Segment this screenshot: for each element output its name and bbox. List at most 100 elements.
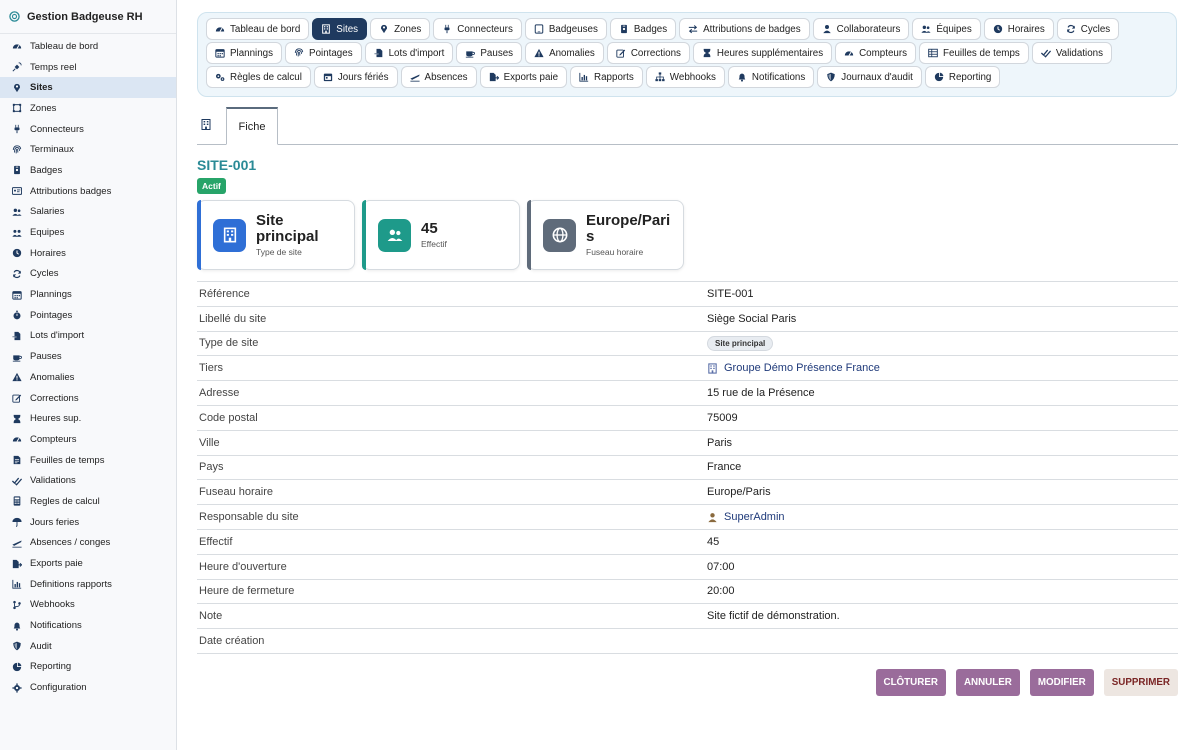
nav-tab-exports-paie[interactable]: Exports paie xyxy=(479,66,568,88)
detail-link[interactable]: Groupe Démo Présence France xyxy=(724,362,880,374)
building-icon xyxy=(321,24,331,34)
nav-tab-absences[interactable]: Absences xyxy=(400,66,477,88)
sidebar-item-zones[interactable]: Zones xyxy=(0,98,176,119)
nav-tab-badgeuses[interactable]: Badgeuses xyxy=(524,18,607,40)
card-accent-bar xyxy=(362,200,366,270)
nav-tab-reporting[interactable]: Reporting xyxy=(924,66,1001,88)
building-icon[interactable] xyxy=(201,119,211,133)
sidebar-item-attributions-badges[interactable]: Attributions badges xyxy=(0,181,176,202)
annuler-button[interactable]: ANNULER xyxy=(955,669,1020,696)
app-brand[interactable]: Gestion Badgeuse RH xyxy=(0,0,176,34)
sidebar-item-pauses[interactable]: Pauses xyxy=(0,346,176,367)
detail-row: Note Site fictif de démonstration. xyxy=(197,604,1178,630)
nav-tab-plannings[interactable]: Plannings xyxy=(206,42,283,64)
sidebar-item-connecteurs[interactable]: Connecteurs xyxy=(0,119,176,140)
nav-tab-notifications[interactable]: Notifications xyxy=(727,66,815,88)
nav-tab-connecteurs[interactable]: Connecteurs xyxy=(433,18,522,40)
nav-tab-label: Badges xyxy=(633,23,668,35)
nav-tab-webhooks[interactable]: Webhooks xyxy=(645,66,725,88)
detail-row: Adresse 15 rue de la Présence xyxy=(197,381,1178,406)
sidebar-item-regles-de-calcul[interactable]: Regles de calcul xyxy=(0,491,176,512)
sidebar-item-heures-sup[interactable]: Heures sup. xyxy=(0,408,176,429)
nav-tab-pauses[interactable]: Pauses xyxy=(456,42,523,64)
sidebar-item-equipes[interactable]: Equipes xyxy=(0,222,176,243)
detail-value: 07:00 xyxy=(707,560,735,573)
sidebar-item-cycles[interactable]: Cycles xyxy=(0,264,176,285)
tab-fiche[interactable]: Fiche xyxy=(226,107,278,145)
sidebar-item-label: Compteurs xyxy=(30,433,77,445)
user-icon xyxy=(822,24,832,34)
sidebar-item-temps-reel[interactable]: Temps reel xyxy=(0,57,176,78)
nav-tab-jours-feries[interactable]: Jours fériés xyxy=(313,66,398,88)
hourglass-icon xyxy=(702,48,712,58)
sidebar-item-pointages[interactable]: Pointages xyxy=(0,305,176,326)
nav-tab-pointages[interactable]: Pointages xyxy=(285,42,362,64)
sidebar-item-definitions-rapports[interactable]: Definitions rapports xyxy=(0,574,176,595)
sidebar-item-configuration[interactable]: Configuration xyxy=(0,677,176,698)
sidebar-item-label: Badges xyxy=(30,164,63,176)
sidebar-item-anomalies[interactable]: Anomalies xyxy=(0,367,176,388)
sidebar-item-jours-feries[interactable]: Jours feries xyxy=(0,512,176,533)
plane-icon xyxy=(409,72,420,82)
nav-tab-rapports[interactable]: Rapports xyxy=(570,66,643,88)
badge-icon xyxy=(11,165,23,175)
sidebar-item-compteurs[interactable]: Compteurs xyxy=(0,429,176,450)
nav-tab-sites[interactable]: Sites xyxy=(312,18,368,40)
nav-tab-compteurs[interactable]: Compteurs xyxy=(835,42,917,64)
sidebar-item-salaries[interactable]: Salaries xyxy=(0,202,176,223)
nav-tab-tableau-de-bord[interactable]: Tableau de bord xyxy=(206,18,310,40)
calendar-icon xyxy=(11,290,23,300)
sidebar-item-label: Corrections xyxy=(30,392,79,404)
sidebar-item-exports-paie[interactable]: Exports paie xyxy=(0,553,176,574)
sidebar-item-horaires[interactable]: Horaires xyxy=(0,243,176,264)
modifier-button[interactable]: MODIFIER xyxy=(1029,669,1094,696)
sidebar-item-tableau-de-bord[interactable]: Tableau de bord xyxy=(0,36,176,57)
detail-label: Code postal xyxy=(199,411,258,424)
card-label: Effectif xyxy=(421,239,447,249)
sidebar-item-webhooks[interactable]: Webhooks xyxy=(0,595,176,616)
edit-icon xyxy=(11,393,23,403)
nav-tab-badges[interactable]: Badges xyxy=(609,18,677,40)
nav-tab-cycles[interactable]: Cycles xyxy=(1056,18,1120,40)
pie-icon xyxy=(11,662,23,672)
nav-tab-corrections[interactable]: Corrections xyxy=(606,42,690,64)
sidebar-item-notifications[interactable]: Notifications xyxy=(0,615,176,636)
nav-tab-equipes[interactable]: Équipes xyxy=(912,18,981,40)
sidebar-item-absences-conges[interactable]: Absences / conges xyxy=(0,533,176,554)
umbrella-icon xyxy=(11,517,23,527)
action-bar: CLÔTURER ANNULER MODIFIER SUPPRIMER xyxy=(875,669,1178,696)
nav-tab-feuilles-de-temps[interactable]: Feuilles de temps xyxy=(919,42,1029,64)
supprimer-button[interactable]: SUPPRIMER xyxy=(1103,669,1178,696)
nav-tab-horaires[interactable]: Horaires xyxy=(983,18,1054,40)
cloturer-button[interactable]: CLÔTURER xyxy=(875,669,946,696)
nav-tab-label: Jours fériés xyxy=(337,71,389,83)
exchange-icon xyxy=(688,24,698,34)
file-export-icon xyxy=(489,72,499,82)
sidebar-item-corrections[interactable]: Corrections xyxy=(0,388,176,409)
details-table: Référence SITE-001 Libellé du site Siège So… xyxy=(197,281,1178,654)
sidebar-item-reporting[interactable]: Reporting xyxy=(0,657,176,678)
nav-tab-anomalies[interactable]: Anomalies xyxy=(525,42,604,64)
sidebar-item-validations[interactable]: Validations xyxy=(0,470,176,491)
map-pin-icon xyxy=(379,24,389,34)
sidebar-item-sites[interactable]: Sites xyxy=(0,77,176,99)
detail-link[interactable]: SuperAdmin xyxy=(724,511,785,523)
nav-tab-journaux-d-audit[interactable]: Journaux d'audit xyxy=(817,66,922,88)
nav-tab-collaborateurs[interactable]: Collaborateurs xyxy=(812,18,910,40)
sidebar-item-feuilles-de-temps[interactable]: Feuilles de temps xyxy=(0,450,176,471)
sidebar-item-label: Exports paie xyxy=(30,558,83,570)
fingerprint-icon xyxy=(11,145,23,155)
nav-tab-regles-de-calcul[interactable]: Règles de calcul xyxy=(206,66,311,88)
nav-tab-heures-supplementaires[interactable]: Heures supplémentaires xyxy=(692,42,833,64)
nav-tab-lots-d-import[interactable]: Lots d'import xyxy=(364,42,454,64)
sidebar-item-badges[interactable]: Badges xyxy=(0,160,176,181)
nav-tab-zones[interactable]: Zones xyxy=(370,18,431,40)
sidebar-item-lots-d-import[interactable]: Lots d'import xyxy=(0,326,176,347)
nav-tab-validations[interactable]: Validations xyxy=(1031,42,1113,64)
nav-tab-attributions-de-badges[interactable]: Attributions de badges xyxy=(679,18,810,40)
sidebar-item-plannings[interactable]: Plannings xyxy=(0,284,176,305)
sidebar-item-label: Absences / conges xyxy=(30,537,111,549)
detail-row: Heure d'ouverture 07:00 xyxy=(197,555,1178,580)
sidebar-item-audit[interactable]: Audit xyxy=(0,636,176,657)
sidebar-item-terminaux[interactable]: Terminaux xyxy=(0,139,176,160)
